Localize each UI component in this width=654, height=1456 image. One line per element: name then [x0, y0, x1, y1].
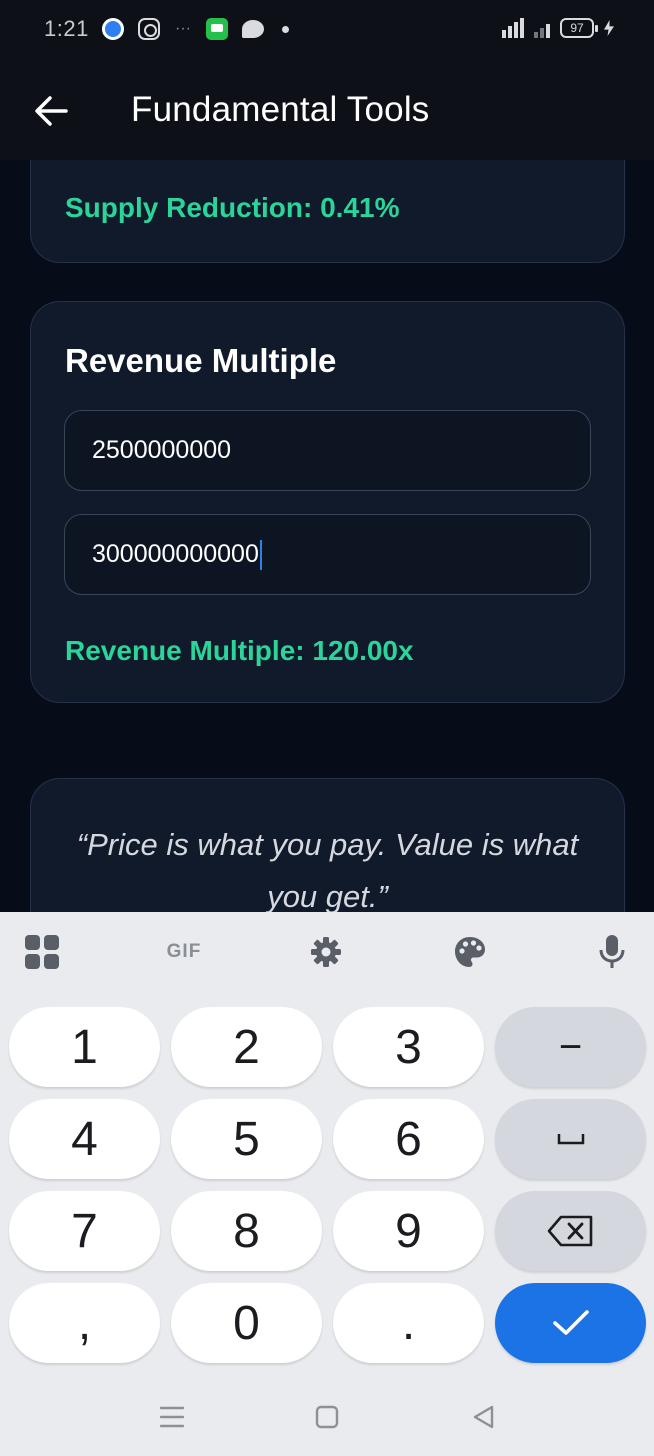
recent-apps-icon[interactable] — [157, 1402, 187, 1432]
key-0[interactable]: 0 — [171, 1283, 322, 1363]
messages-icon — [206, 18, 228, 40]
key-backspace[interactable] — [495, 1191, 646, 1271]
quote-text: “Price is what you pay. Value is what yo… — [51, 819, 604, 923]
key-minus[interactable]: − — [495, 1007, 646, 1087]
backspace-icon — [547, 1215, 592, 1247]
numeric-keyboard: GIF 1 2 3 − 4 5 6 7 8 9 , 0 . — [0, 912, 654, 1456]
market-cap-input[interactable]: 300000000000 — [64, 514, 591, 595]
bird-icon — [242, 20, 264, 38]
page-title: Fundamental Tools — [131, 90, 430, 129]
palette-icon — [455, 937, 485, 967]
key-9[interactable]: 9 — [333, 1191, 484, 1271]
notification-icons: ··· — [102, 18, 289, 40]
revenue-input-value: 2500000000 — [92, 436, 232, 464]
key-8[interactable]: 8 — [171, 1191, 322, 1271]
keyboard-toolbar: GIF — [0, 912, 654, 992]
back-arrow-icon[interactable] — [30, 90, 72, 132]
key-2[interactable]: 2 — [171, 1007, 322, 1087]
signal-2-icon — [534, 18, 550, 38]
mic-icon — [599, 935, 625, 968]
signal-icon — [502, 18, 524, 38]
key-7[interactable]: 7 — [9, 1191, 160, 1271]
key-5[interactable]: 5 — [171, 1099, 322, 1179]
dot-icon — [282, 25, 289, 33]
gif-button[interactable]: GIF — [162, 932, 206, 972]
status-time: 1:21 — [44, 16, 89, 41]
key-3[interactable]: 3 — [333, 1007, 484, 1087]
more-notifications-icon: ··· — [175, 20, 191, 37]
quote-line-1: “Price is what you pay. Value is what — [76, 827, 579, 862]
supply-reduction-result: Supply Reduction: 0.41% — [65, 192, 400, 223]
key-comma[interactable]: , — [9, 1283, 160, 1363]
key-4[interactable]: 4 — [9, 1099, 160, 1179]
space-icon — [557, 1134, 584, 1145]
settings-gear-icon[interactable] — [306, 932, 346, 972]
key-space[interactable] — [495, 1099, 646, 1179]
gear-icon — [311, 937, 341, 967]
app-notification-icon — [102, 18, 124, 40]
revenue-multiple-result: Revenue Multiple: 120.00x — [65, 635, 414, 666]
revenue-multiple-card: Revenue Multiple 2500000000 300000000000… — [30, 301, 625, 703]
text-cursor — [259, 539, 263, 570]
charging-icon — [604, 20, 614, 36]
theme-palette-icon[interactable] — [450, 932, 490, 972]
app-screen: 1:21 ··· 97 Supply Reduction: 0.41% Reve… — [0, 0, 654, 1456]
system-status-icons: 97 — [502, 18, 614, 38]
app-bar: Fundamental Tools — [0, 60, 654, 160]
card-title: Revenue Multiple — [65, 342, 337, 379]
apps-grid-icon[interactable] — [22, 932, 62, 972]
status-bar: 1:21 ··· 97 — [0, 0, 654, 60]
system-navigation-bar — [0, 1376, 654, 1456]
microphone-icon[interactable] — [592, 932, 632, 972]
gif-label: GIF — [166, 941, 202, 962]
market-cap-input-value: 300000000000 — [92, 540, 259, 568]
checkmark-icon — [552, 1310, 589, 1335]
key-1[interactable]: 1 — [9, 1007, 160, 1087]
back-nav-icon[interactable] — [469, 1402, 499, 1432]
home-icon[interactable] — [312, 1402, 342, 1432]
battery-icon: 97 — [560, 18, 598, 38]
key-6[interactable]: 6 — [333, 1099, 484, 1179]
revenue-input[interactable]: 2500000000 — [64, 410, 591, 491]
key-period[interactable]: . — [333, 1283, 484, 1363]
instagram-icon — [138, 18, 160, 40]
key-done[interactable] — [495, 1283, 646, 1363]
